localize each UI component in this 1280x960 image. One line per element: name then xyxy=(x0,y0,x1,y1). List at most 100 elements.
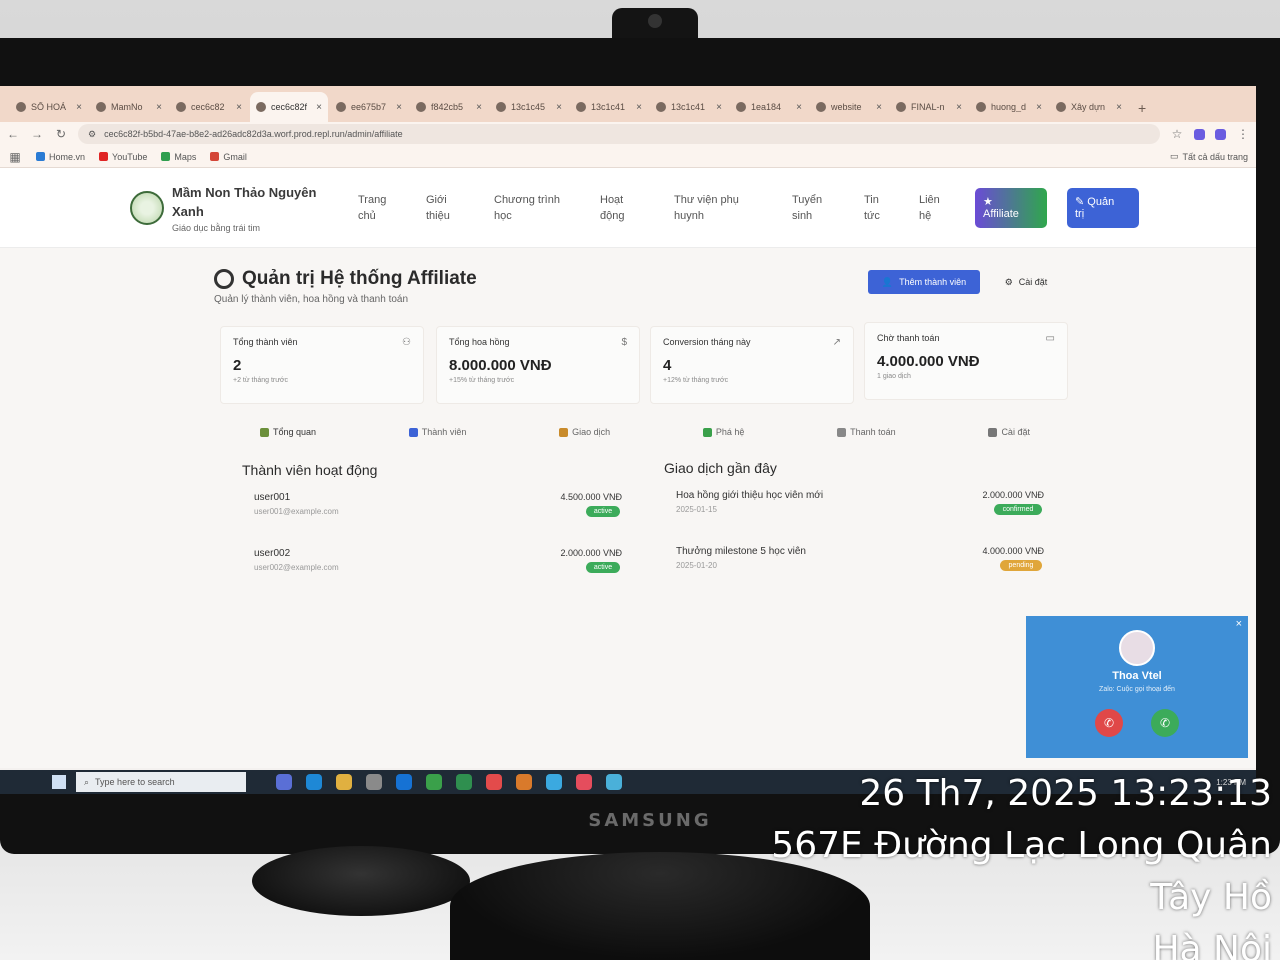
all-bookmarks[interactable]: ▭ Tất cả dấu trang xyxy=(1170,151,1248,162)
taskbar-app-icon[interactable] xyxy=(486,774,502,790)
tab-title: FINAL-n xyxy=(911,102,945,112)
bookmark-gmail[interactable]: Gmail xyxy=(210,152,247,162)
taskbar-app-icon[interactable] xyxy=(426,774,442,790)
tab-overview[interactable]: Tổng quan xyxy=(260,427,316,437)
browser-tab[interactable]: cec6c82f × xyxy=(250,92,328,122)
taskbar-app-icon[interactable] xyxy=(366,774,382,790)
stat-value: 2 xyxy=(233,357,242,374)
search-placeholder: Type here to search xyxy=(95,777,175,787)
close-tab-icon[interactable]: × xyxy=(796,102,802,113)
decline-call-button[interactable]: ✆ xyxy=(1095,709,1123,737)
apps-grid-icon[interactable]: ▦ xyxy=(8,150,22,164)
screen: SỔ HOÁ × MamNo × cec6c82 × cec6c82f × ee675b7 × f8… xyxy=(0,86,1256,794)
back-icon[interactable]: ← xyxy=(6,127,20,141)
close-icon[interactable]: × xyxy=(1236,618,1242,630)
taskbar-app-icon[interactable] xyxy=(576,774,592,790)
taskbar-app-icon[interactable] xyxy=(396,774,412,790)
taskbar-app-icon[interactable] xyxy=(606,774,622,790)
taskbar-app-icon[interactable] xyxy=(336,774,352,790)
taskbar-app-icon[interactable] xyxy=(306,774,322,790)
admin-button[interactable]: ✎ Quản trị xyxy=(1067,187,1139,228)
tab-settings[interactable]: Cài đặt xyxy=(988,427,1030,437)
browser-tab[interactable]: ee675b7 × xyxy=(330,92,408,122)
tab-members[interactable]: Thành viên xyxy=(408,427,466,437)
bookmark-homevn[interactable]: Home.vn xyxy=(36,152,85,162)
close-tab-icon[interactable]: × xyxy=(556,102,562,113)
close-tab-icon[interactable]: × xyxy=(716,102,722,113)
school-logo[interactable] xyxy=(130,190,164,225)
list-item[interactable]: Hoa hồng giới thiệu học viên mới 2025-01… xyxy=(658,490,1058,546)
close-tab-icon[interactable]: × xyxy=(316,102,322,113)
list-item[interactable]: user001 user001@example.com 4.500.000 VN… xyxy=(236,492,636,548)
bookmark-maps[interactable]: Maps xyxy=(161,152,196,162)
browser-tab[interactable]: 13c1c41 × xyxy=(570,92,648,122)
url-bar[interactable]: ⚙ cec6c82f-b5bd-47ae-b8e2-ad26adc82d3a.w… xyxy=(78,124,1160,144)
nav-about[interactable]: Giới thiệu xyxy=(426,192,494,224)
nav-home[interactable]: Trang chủ xyxy=(358,192,426,224)
taskbar-search-input[interactable]: ⌕ Type here to search xyxy=(76,772,246,792)
bookmark-star-icon[interactable]: ☆ xyxy=(1170,127,1184,141)
browser-tab[interactable]: 13c1c41 × xyxy=(650,92,728,122)
url-text: cec6c82f-b5bd-47ae-b8e2-ad26adc82d3a.wor… xyxy=(104,129,403,139)
extension-icon[interactable] xyxy=(1215,128,1226,140)
add-member-button[interactable]: 👤 Thêm thành viên xyxy=(868,270,980,294)
taskbar-app-icon[interactable] xyxy=(456,774,472,790)
menu-icon[interactable]: ⋮ xyxy=(1236,127,1250,141)
tab-transactions[interactable]: Giao dịch xyxy=(559,427,610,437)
gmail-icon xyxy=(210,152,220,161)
close-tab-icon[interactable]: × xyxy=(396,102,402,113)
browser-tab[interactable]: FINAL-n × xyxy=(890,92,968,122)
close-tab-icon[interactable]: × xyxy=(236,102,242,113)
nav-curriculum[interactable]: Chương trình học xyxy=(494,192,600,224)
accept-call-button[interactable]: ✆ xyxy=(1151,709,1179,737)
browser-tab[interactable]: 1ea184 × xyxy=(730,92,808,122)
reload-icon[interactable]: ↻ xyxy=(54,127,68,141)
browser-tab[interactable]: SỔ HOÁ × xyxy=(10,92,88,122)
address-row: ← → ↻ ⚙ cec6c82f-b5bd-47ae-b8e2-ad26adc8… xyxy=(0,122,1256,146)
close-tab-icon[interactable]: × xyxy=(76,102,82,113)
browser-tab[interactable]: f842cb5 × xyxy=(410,92,488,122)
nav-news[interactable]: Tin tức xyxy=(864,192,919,224)
site-info-icon[interactable]: ⚙ xyxy=(88,129,96,140)
nav-activities[interactable]: Hoạt động xyxy=(600,192,674,224)
stat-value: 4.000.000 VNĐ xyxy=(877,353,980,370)
taskbar-app-icon[interactable] xyxy=(516,774,532,790)
youtube-icon xyxy=(99,152,109,161)
close-tab-icon[interactable]: × xyxy=(1116,102,1122,113)
affiliate-button[interactable]: ★ Affiliate xyxy=(975,187,1047,228)
nav-admissions[interactable]: Tuyển sinh xyxy=(792,192,864,224)
close-tab-icon[interactable]: × xyxy=(876,102,882,113)
list-item[interactable]: Thưởng milestone 5 học viên 2025-01-20 4… xyxy=(658,546,1058,602)
extension-icon[interactable] xyxy=(1194,128,1205,140)
browser-tab-bar: SỔ HOÁ × MamNo × cec6c82 × cec6c82f × ee675b7 × f8… xyxy=(0,86,1256,122)
recent-transactions-panel: Giao dịch gần đây Hoa hồng giới thiệu họ… xyxy=(658,460,1058,600)
browser-tab[interactable]: Xây dựn × xyxy=(1050,92,1128,122)
tab-tree[interactable]: Phá hệ xyxy=(702,427,744,437)
browser-tab[interactable]: website × xyxy=(810,92,888,122)
bookmark-youtube[interactable]: YouTube xyxy=(99,152,147,162)
nav-contact[interactable]: Liên hệ xyxy=(919,192,975,224)
tab-payments[interactable]: Thanh toán xyxy=(837,427,896,437)
browser-tab[interactable]: 13c1c45 × xyxy=(490,92,568,122)
homevn-icon xyxy=(36,152,45,161)
forward-icon[interactable]: → xyxy=(30,127,44,141)
close-tab-icon[interactable]: × xyxy=(956,102,962,113)
nav-parent-library[interactable]: Thư viện phụ huynh xyxy=(674,192,792,224)
close-tab-icon[interactable]: × xyxy=(156,102,162,113)
stat-value: 4 xyxy=(663,357,672,374)
taskbar-app-icon[interactable] xyxy=(276,774,292,790)
browser-tab[interactable]: cec6c82 × xyxy=(170,92,248,122)
new-tab-button[interactable]: + xyxy=(1130,100,1154,122)
settings-button[interactable]: ⚙ Cài đặt xyxy=(992,270,1060,294)
close-tab-icon[interactable]: × xyxy=(636,102,642,113)
taskbar-app-icon[interactable] xyxy=(546,774,562,790)
list-item[interactable]: user002 user002@example.com 2.000.000 VN… xyxy=(236,548,636,604)
close-tab-icon[interactable]: × xyxy=(1036,102,1042,113)
browser-tab[interactable]: huong_d × xyxy=(970,92,1048,122)
browser-tab[interactable]: MamNo × xyxy=(90,92,168,122)
stat-note: +12% từ tháng trước xyxy=(663,377,729,384)
windows-start-icon[interactable] xyxy=(52,775,66,789)
admin-label: ✎ Quản trị xyxy=(1075,195,1139,220)
bookmark-label: Home.vn xyxy=(49,151,86,162)
close-tab-icon[interactable]: × xyxy=(476,102,482,113)
